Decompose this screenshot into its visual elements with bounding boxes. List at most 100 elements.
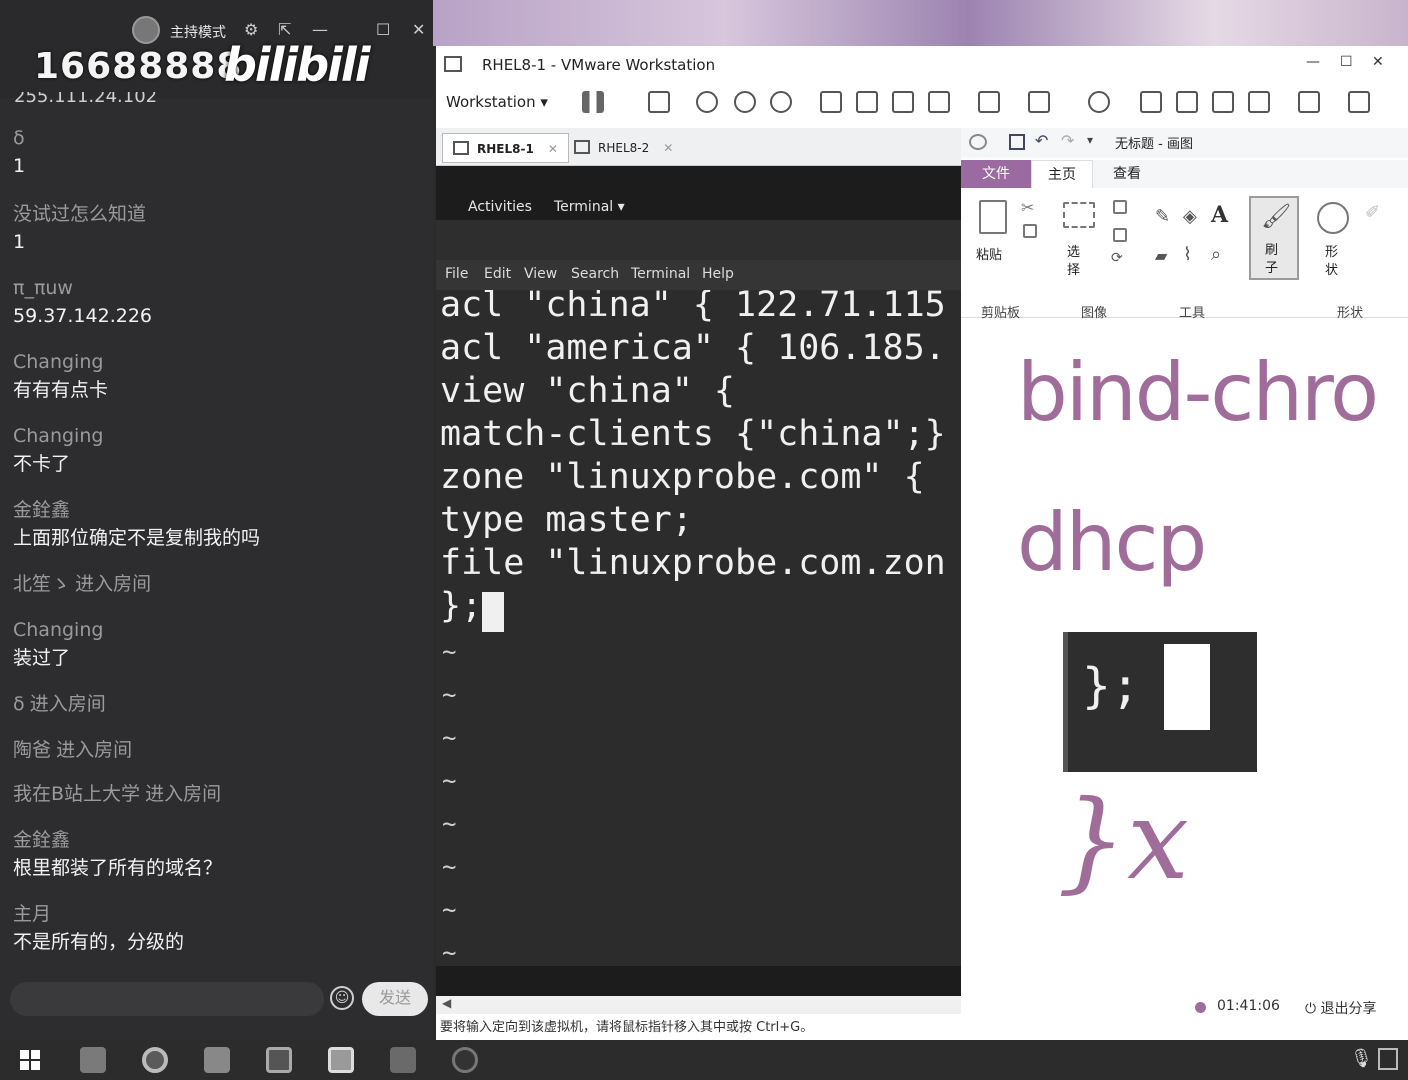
paste-icon[interactable] [979,200,1007,234]
vim-empty-line: ~ [442,896,457,924]
send-button[interactable]: 发送 [362,982,428,1016]
menu-search[interactable]: Search [571,266,619,282]
copy-icon[interactable] [1023,224,1037,238]
undo-icon[interactable]: ↶ [1035,131,1048,150]
shapes-icon[interactable] [1317,202,1349,234]
menu-file[interactable]: File [445,266,468,282]
paint-taskbar-icon[interactable] [328,1047,354,1073]
menu-help[interactable]: Help [702,266,734,282]
console-icon[interactable] [978,91,1000,113]
snapshot-icon-2[interactable] [1088,91,1110,113]
desktop-wallpaper [433,0,1408,46]
chat-username: 陶爸 [13,739,52,761]
maximize-icon[interactable]: ☐ [1340,54,1353,70]
close-icon[interactable]: ✕ [663,141,673,155]
tab-rhel8-1[interactable]: RHEL8-1 ✕ [442,133,569,163]
shapes-button[interactable]: 形状 [1325,244,1345,280]
app-icon[interactable] [390,1047,416,1073]
close-icon[interactable]: ✕ [548,142,558,156]
thumbnail-icon[interactable] [856,91,878,113]
console-icon-2[interactable] [1298,91,1320,113]
chat-username: δ [13,693,25,715]
code-line: acl "america" { 106.185. [440,328,946,368]
terminal-app-menu[interactable]: Terminal ▾ [554,199,625,215]
terminal-taskbar-icon[interactable] [266,1047,292,1073]
guest-screen[interactable]: Activities Terminal ▾ File Edit View Sea… [436,166,961,996]
cut-icon[interactable]: ✂ [1021,198,1034,217]
notifications-icon[interactable] [1378,1048,1398,1070]
fullscreen-icon-2[interactable] [1212,91,1234,113]
fullscreen-icon[interactable] [892,91,914,113]
pasted-terminal-snippet[interactable]: }; [1063,632,1257,772]
select-icon[interactable] [1063,202,1095,228]
minimize-icon[interactable]: — [1306,54,1320,70]
tab-home[interactable]: 主页 [1031,160,1093,188]
horizontal-scrollbar[interactable]: ◀ [436,996,961,1014]
library-icon[interactable] [820,91,842,113]
menu-edit[interactable]: Edit [484,266,511,282]
unity-icon[interactable] [928,91,950,113]
explorer-icon[interactable] [80,1047,106,1073]
tab-file[interactable]: 文件 [961,160,1031,188]
rotate-icon[interactable]: ⟳ [1111,250,1123,266]
avatar[interactable] [132,16,160,44]
obs-icon[interactable] [452,1047,478,1073]
maximize-icon[interactable]: ☐ [376,20,390,39]
chat-text: 根里都装了所有的域名？ [13,857,223,879]
popout-icon[interactable]: ⇱ [278,20,291,39]
menu-view[interactable]: View [524,266,557,282]
magnifier-icon[interactable]: ⌕ [1211,244,1221,265]
workstation-menu[interactable]: Workstation ▾ [446,93,548,111]
browser-icon[interactable] [142,1047,168,1073]
eraser-icon[interactable]: ▰ [1155,246,1167,265]
vim-empty-line: ~ [442,638,457,666]
vmware-taskbar-icon[interactable] [204,1047,230,1073]
library-icon-2[interactable] [1140,91,1162,113]
unity-icon-2[interactable] [1248,91,1270,113]
emoji-icon[interactable]: ☺ [330,986,354,1010]
chat-input[interactable] [10,982,324,1016]
scroll-left-icon[interactable]: ◀ [442,996,451,1010]
paint-canvas[interactable]: bind-chro dhcp }; }x [961,320,1408,980]
crop-icon[interactable] [1113,200,1127,214]
code-line: type master; [440,500,693,540]
tab-view[interactable]: 查看 [1097,160,1157,188]
close-icon[interactable]: ✕ [1372,54,1384,70]
paste-button[interactable]: 粘贴 [976,244,1002,263]
activities-button[interactable]: Activities [468,199,532,215]
pencil-icon[interactable]: ✎ [1155,206,1170,227]
tab-rhel8-2[interactable]: RHEL8-2 ✕ [564,133,683,163]
stretch-icon[interactable] [1028,91,1050,113]
chat-message: Changing 有有有点卡 [13,348,108,404]
color-picker-icon[interactable]: ⌇ [1183,244,1192,265]
revert-snapshot-icon[interactable] [734,91,756,113]
text-icon[interactable]: A [1211,202,1228,228]
minimize-icon[interactable]: — [312,20,328,39]
fill-icon[interactable]: ◈ [1183,206,1197,227]
close-icon[interactable]: ✕ [412,20,425,39]
send-ctrl-alt-del-icon[interactable] [648,91,670,113]
chat-username: 北笙ゝ [13,573,71,595]
windows-start-icon[interactable] [20,1050,40,1070]
save-icon[interactable] [1009,134,1025,150]
chat-message: π_πuw 59.37.142.226 [13,274,152,330]
menu-terminal[interactable]: Terminal [631,266,690,282]
settings-icon[interactable]: ⚙ [244,20,258,39]
terminal-text-area[interactable]: acl "china" { 122.71.115 acl "america" {… [436,290,961,966]
chat-username: Changing [13,619,104,641]
select-button[interactable]: 选择 [1067,244,1087,280]
room-id: 16688888 [34,46,243,87]
customize-dropdown-icon[interactable]: ▾ [1087,133,1093,147]
redo-icon[interactable]: ↷ [1061,131,1074,150]
thumbnail-icon-2[interactable] [1176,91,1198,113]
stretch-icon-2[interactable] [1348,91,1370,113]
snapshot-manager-icon[interactable] [770,91,792,113]
exit-share-button[interactable]: ⏻ 退出分享 [1305,998,1377,1018]
pause-icon[interactable] [582,91,604,113]
snapshot-icon[interactable] [696,91,718,113]
microphone-icon[interactable]: 🎙 [1350,1048,1373,1069]
chat-text: 不是所有的，分级的 [13,931,185,953]
ribbon-tabs: 文件 主页 查看 [961,160,1408,188]
brush-button[interactable]: 🖌 刷子 [1249,196,1299,280]
resize-icon[interactable] [1113,228,1127,242]
